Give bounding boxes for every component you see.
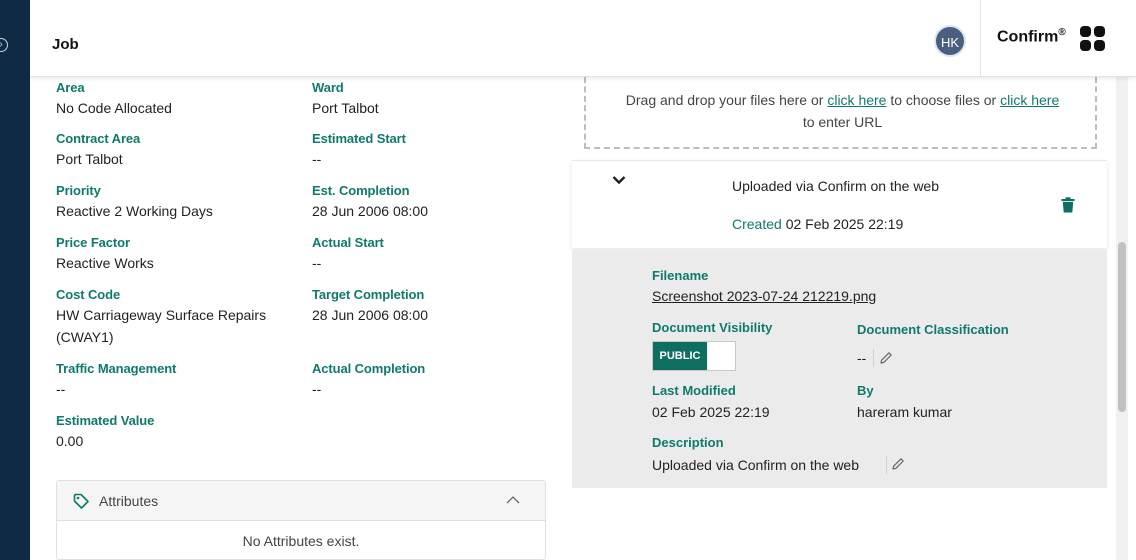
dropzone-text-middle: to choose files or bbox=[886, 92, 1001, 108]
user-avatar[interactable]: HK bbox=[934, 25, 966, 57]
document-created: Created 02 Feb 2025 22:19 bbox=[732, 216, 903, 232]
classification-label: Document Classification bbox=[857, 322, 1009, 337]
by-value: hareram kumar bbox=[857, 404, 952, 420]
est-completion-value: 28 Jun 2006 08:00 bbox=[312, 203, 428, 219]
filename-label: Filename bbox=[652, 268, 709, 283]
attributes-title: Attributes bbox=[99, 493, 159, 509]
scrollbar[interactable] bbox=[1116, 77, 1128, 560]
area-label: Area bbox=[56, 80, 85, 95]
page-header: Job HK Confirm® bbox=[30, 0, 1136, 77]
page-title: Job bbox=[52, 36, 79, 53]
description-separator bbox=[886, 456, 887, 474]
header-divider bbox=[980, 0, 981, 77]
priority-value: Reactive 2 Working Days bbox=[56, 203, 213, 219]
classification-value: -- bbox=[857, 350, 867, 366]
actual-start-label: Actual Start bbox=[312, 235, 384, 250]
cost-code-value-line2: (CWAY1) bbox=[56, 329, 114, 345]
description-label: Description bbox=[652, 435, 724, 450]
main-panel: Job HK Confirm® Area No Code Allocated W… bbox=[30, 0, 1136, 560]
contract-area-label: Contract Area bbox=[56, 131, 141, 146]
price-factor-label: Price Factor bbox=[56, 235, 130, 250]
description-value: Uploaded via Confirm on the web bbox=[652, 457, 860, 473]
ward-label: Ward bbox=[312, 80, 344, 95]
cost-code-label: Cost Code bbox=[56, 287, 121, 302]
created-value: 02 Feb 2025 22:19 bbox=[785, 216, 904, 232]
area-value: No Code Allocated bbox=[56, 100, 172, 116]
traffic-management-value: -- bbox=[56, 381, 66, 397]
file-dropzone[interactable]: Drag and drop your files here or click h… bbox=[584, 77, 1097, 149]
filename-link[interactable]: Screenshot 2023-07-24 212219.png bbox=[652, 288, 876, 304]
document-details: Filename Screenshot 2023-07-24 212219.pn… bbox=[572, 250, 1107, 488]
job-details: Area No Code Allocated Ward Port Talbot … bbox=[30, 77, 560, 560]
attributes-panel: Attributes No Attributes exist. bbox=[56, 480, 546, 560]
document-title: Uploaded via Confirm on the web bbox=[732, 178, 940, 194]
choose-files-link[interactable]: click here bbox=[827, 92, 886, 108]
priority-label: Priority bbox=[56, 183, 101, 198]
trash-icon[interactable] bbox=[1061, 197, 1075, 213]
target-completion-label: Target Completion bbox=[312, 287, 425, 302]
by-label: By bbox=[857, 383, 874, 398]
documents-section: Drag and drop your files here or click h… bbox=[572, 77, 1107, 560]
document-card: Uploaded via Confirm on the web Created … bbox=[572, 160, 1107, 248]
actual-completion-label: Actual Completion bbox=[312, 361, 426, 376]
estimated-value-label: Estimated Value bbox=[56, 413, 155, 428]
created-label: Created bbox=[732, 216, 782, 232]
cost-code-value-line1: HW Carriageway Surface Repairs bbox=[56, 307, 267, 323]
estimated-start-label: Estimated Start bbox=[312, 131, 406, 146]
edit-classification-icon[interactable] bbox=[878, 350, 894, 366]
attributes-header[interactable]: Attributes bbox=[57, 481, 545, 521]
brand-name: Confirm bbox=[997, 28, 1059, 46]
est-completion-label: Est. Completion bbox=[312, 183, 410, 198]
classification-separator bbox=[873, 349, 874, 367]
last-modified-value: 02 Feb 2025 22:19 bbox=[652, 404, 770, 420]
edit-description-icon[interactable] bbox=[890, 456, 906, 472]
visibility-toggle[interactable]: PUBLIC bbox=[652, 341, 736, 371]
estimated-start-value: -- bbox=[312, 151, 322, 167]
price-factor-value: Reactive Works bbox=[56, 255, 154, 271]
estimated-value-value: 0.00 bbox=[56, 433, 84, 449]
brand-mark: ® bbox=[1058, 27, 1066, 38]
dropzone-text: Drag and drop your files here or click h… bbox=[598, 89, 1087, 133]
app-grid-icon[interactable] bbox=[1080, 26, 1106, 52]
contract-area-value: Port Talbot bbox=[56, 151, 123, 167]
attributes-empty-text: No Attributes exist. bbox=[242, 533, 360, 549]
target-completion-value: 28 Jun 2006 08:00 bbox=[312, 307, 428, 323]
ward-value: Port Talbot bbox=[312, 100, 379, 116]
dropzone-text-after: to enter URL bbox=[802, 114, 883, 130]
enter-url-link[interactable]: click here bbox=[1000, 92, 1059, 108]
tag-icon bbox=[73, 493, 89, 509]
chevron-down-icon[interactable] bbox=[612, 175, 626, 185]
left-nav-rail: › bbox=[0, 0, 30, 560]
actual-completion-value: -- bbox=[312, 381, 322, 397]
dropzone-text-before: Drag and drop your files here or bbox=[625, 92, 828, 108]
chevron-up-icon[interactable] bbox=[506, 493, 520, 507]
visibility-value: PUBLIC bbox=[653, 342, 707, 370]
scrollbar-thumb[interactable] bbox=[1118, 242, 1126, 412]
brand-logo: Confirm® bbox=[997, 27, 1066, 46]
visibility-label: Document Visibility bbox=[652, 320, 773, 335]
actual-start-value: -- bbox=[312, 255, 322, 271]
last-modified-label: Last Modified bbox=[652, 383, 736, 398]
expand-nav-icon[interactable]: › bbox=[0, 38, 8, 52]
traffic-management-label: Traffic Management bbox=[56, 361, 177, 376]
